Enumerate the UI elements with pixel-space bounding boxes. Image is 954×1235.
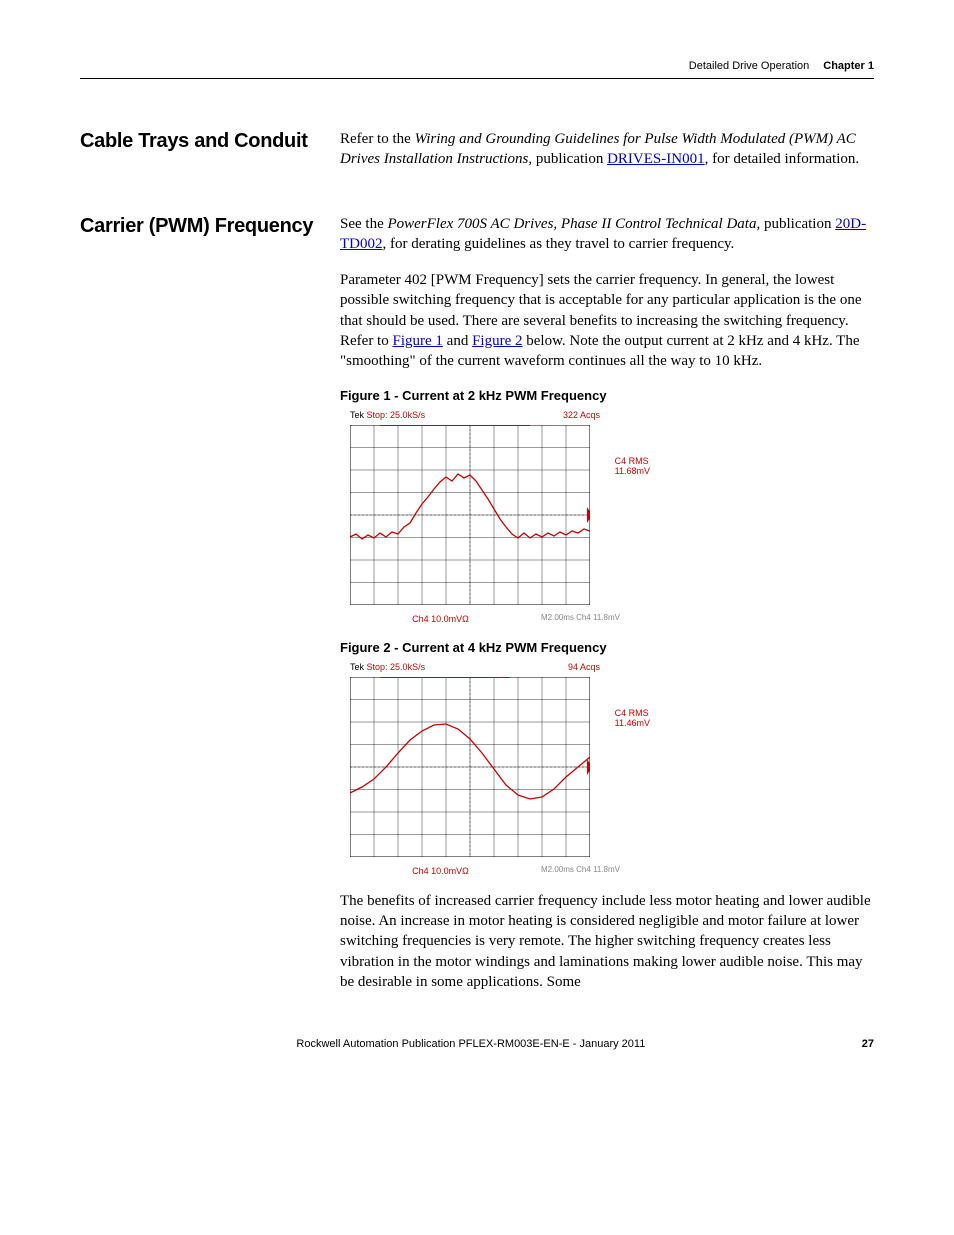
scope-rms-label: C4 RMS 11.68mV (615, 457, 650, 477)
text: Stop: 25.0kS/s (367, 410, 426, 420)
figure-1-scope: Tek Stop: 25.0kS/s 322 Acqs (340, 409, 640, 625)
scope-bottom-labels: M2.00ms Ch4 11.8mV Ch4 10.0mVΩ (340, 611, 640, 625)
scope-acqs-label: 322 Acqs (563, 409, 600, 421)
text: Refer to the (340, 131, 415, 147)
text: , for detailed information. (705, 151, 860, 167)
scope-bottom-labels: M2.00ms Ch4 11.8mV Ch4 10.0mVΩ (340, 863, 640, 877)
text: Stop: 25.0kS/s (367, 662, 426, 672)
scope-rms-label: C4 RMS 11.46mV (615, 709, 650, 729)
text: Tek (350, 662, 364, 672)
link-figure-2[interactable]: Figure 2 (472, 333, 522, 349)
paragraph: See the PowerFlex 700S AC Drives, Phase … (340, 214, 874, 255)
paragraph: The benefits of increased carrier freque… (340, 891, 874, 992)
oscilloscope-grid-fig2 (350, 677, 590, 857)
text: C4 RMS (615, 708, 649, 718)
scope-tek-label: Tek Stop: 25.0kS/s (350, 409, 425, 421)
footer-page-number: 27 (862, 1038, 874, 1050)
page-footer: Rockwell Automation Publication PFLEX-RM… (80, 1038, 874, 1050)
footer-publication: Rockwell Automation Publication PFLEX-RM… (296, 1038, 645, 1050)
heading-cable-trays: Cable Trays and Conduit (80, 129, 340, 153)
section-carrier-freq: Carrier (PWM) Frequency See the PowerFle… (80, 214, 874, 1009)
scope-top-labels: Tek Stop: 25.0kS/s 94 Acqs (340, 661, 640, 673)
scope-acqs-label: 94 Acqs (568, 661, 600, 673)
section-cable-trays: Cable Trays and Conduit Refer to the Wir… (80, 129, 874, 186)
scope-body: C4 RMS 11.46mV (340, 673, 640, 863)
text: Ch4 10.0mVΩ (412, 866, 469, 876)
header-chapter-label: Chapter 1 (823, 60, 874, 72)
text: Ch4 10.0mVΩ (412, 614, 469, 624)
page: Detailed Drive Operation Chapter 1 Cable… (0, 0, 954, 1235)
body-cable-trays: Refer to the Wiring and Grounding Guidel… (340, 129, 874, 186)
text: and (443, 333, 472, 349)
text: 11.68mV (615, 466, 650, 476)
text: M2.00ms Ch4 11.8mV (541, 613, 620, 624)
scope-body: C4 RMS 11.68mV (340, 421, 640, 611)
paragraph: Parameter 402 [PWM Frequency] sets the c… (340, 270, 874, 371)
page-header: Detailed Drive Operation Chapter 1 (80, 60, 874, 79)
text: , publication (756, 216, 835, 232)
text: Tek (350, 410, 364, 420)
figure-1-caption: Figure 1 - Current at 2 kHz PWM Frequenc… (340, 387, 874, 405)
text: , publication (528, 151, 607, 167)
text: M2.00ms Ch4 11.8mV (541, 865, 620, 876)
link-drives-in001[interactable]: DRIVES-IN001 (607, 151, 705, 167)
heading-carrier-freq: Carrier (PWM) Frequency (80, 214, 340, 238)
paragraph: Refer to the Wiring and Grounding Guidel… (340, 129, 874, 170)
figure-2-scope: Tek Stop: 25.0kS/s 94 Acqs (340, 661, 640, 877)
link-figure-1[interactable]: Figure 1 (392, 333, 442, 349)
header-section-title: Detailed Drive Operation (689, 60, 809, 72)
text-italic: PowerFlex 700S AC Drives, Phase II Contr… (387, 216, 756, 232)
text: 11.46mV (615, 718, 650, 728)
figure-2-caption: Figure 2 - Current at 4 kHz PWM Frequenc… (340, 639, 874, 657)
text: See the (340, 216, 387, 232)
scope-tek-label: Tek Stop: 25.0kS/s (350, 661, 425, 673)
scope-top-labels: Tek Stop: 25.0kS/s 322 Acqs (340, 409, 640, 421)
body-carrier-freq: See the PowerFlex 700S AC Drives, Phase … (340, 214, 874, 1009)
text: C4 RMS (615, 456, 649, 466)
oscilloscope-grid-fig1 (350, 425, 590, 605)
text: , for derating guidelines as they travel… (383, 236, 735, 252)
